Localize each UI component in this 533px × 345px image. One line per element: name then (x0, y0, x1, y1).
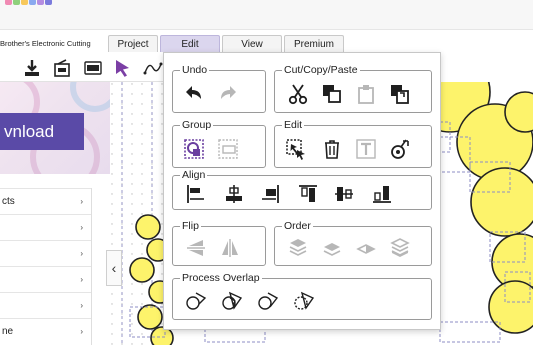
chevron-right-icon: › (80, 301, 83, 310)
cut-copy-paste-title: Cut/Copy/Paste (282, 63, 360, 77)
redo-icon[interactable] (217, 83, 239, 105)
download-icon[interactable] (22, 58, 42, 78)
delete-icon[interactable] (321, 138, 343, 160)
group-group-title: Group (180, 118, 214, 132)
sidebar-item[interactable]: › (0, 214, 91, 240)
paste-icon[interactable] (355, 83, 377, 105)
edit-group-title: Edit (282, 118, 305, 132)
decorative-swirl (70, 82, 110, 112)
bring-to-front-icon[interactable] (287, 237, 309, 259)
align-left-icon[interactable] (185, 183, 207, 205)
collapse-sidebar-button[interactable]: ‹ (106, 250, 122, 286)
download-button[interactable]: vnload (0, 113, 84, 150)
align-group: Align (172, 168, 432, 210)
svg-icon[interactable] (83, 58, 103, 78)
color-dot-icon (21, 0, 28, 5)
cut-copy-paste-group: Cut/Copy/Paste (274, 63, 432, 113)
flip-horizontal-icon[interactable] (219, 237, 241, 259)
align-group-title: Align (180, 168, 208, 182)
cut-icon[interactable] (287, 83, 309, 105)
flip-vertical-icon[interactable] (185, 237, 207, 259)
toolbar-dots (5, 0, 52, 5)
intersect-overlap-icon[interactable] (221, 290, 243, 312)
exclude-overlap-icon[interactable] (257, 290, 279, 312)
window-top-strip (0, 0, 533, 30)
undo-group-title: Undo (180, 63, 210, 77)
align-middle-icon[interactable] (333, 183, 355, 205)
text-icon[interactable] (355, 138, 377, 160)
sidebar-item[interactable]: › (0, 266, 91, 292)
order-group-title: Order (282, 219, 313, 233)
color-dot-icon (29, 0, 36, 5)
chevron-right-icon: › (80, 249, 83, 258)
import-icon[interactable] (52, 58, 72, 78)
app-title: Brother's Electronic Cutting (0, 39, 91, 48)
tab-edit[interactable]: Edit (160, 35, 220, 52)
sidebar-item[interactable]: ne › (0, 318, 91, 344)
main-toolbar (0, 52, 170, 82)
weld-icon[interactable] (389, 138, 411, 160)
sidebar-item[interactable]: › (0, 240, 91, 266)
left-sidebar: cts › › › › › ne › (0, 188, 92, 345)
sidebar-item-label: cts (2, 196, 15, 207)
chevron-right-icon: › (80, 223, 83, 232)
flip-group: Flip (172, 219, 266, 266)
align-center-icon[interactable] (223, 183, 245, 205)
align-top-icon[interactable] (297, 183, 319, 205)
color-dot-icon (45, 0, 52, 5)
group-icon[interactable] (183, 138, 205, 160)
sidebar-item-label: ne (2, 326, 14, 337)
paste-in-place-icon[interactable] (389, 83, 411, 105)
weld-overlap-icon[interactable] (185, 290, 207, 312)
tab-premium[interactable]: Premium (284, 35, 344, 52)
tab-project[interactable]: Project (108, 35, 158, 52)
send-backward-icon[interactable] (321, 237, 343, 259)
align-bottom-icon[interactable] (371, 183, 393, 205)
trim-overlap-icon[interactable] (293, 290, 315, 312)
sidebar-item[interactable]: cts › (0, 188, 91, 214)
process-overlap-title: Process Overlap (180, 271, 262, 285)
node-edit-icon[interactable] (143, 58, 163, 78)
color-dot-icon (5, 0, 12, 5)
undo-group: Undo (172, 63, 266, 113)
undo-icon[interactable] (183, 83, 205, 105)
copy-icon[interactable] (321, 83, 343, 105)
chevron-right-icon: › (80, 197, 83, 206)
menu-tabs: Project Edit View Premium (108, 35, 344, 52)
color-dot-icon (37, 0, 44, 5)
color-dot-icon (13, 0, 20, 5)
edit-group: Edit (274, 118, 432, 168)
tab-view[interactable]: View (222, 35, 282, 52)
send-to-back-icon[interactable] (389, 237, 411, 259)
ungroup-icon[interactable] (217, 138, 239, 160)
chevron-right-icon: › (80, 327, 83, 336)
process-overlap-group: Process Overlap (172, 271, 432, 320)
flip-group-title: Flip (180, 219, 201, 233)
align-right-icon[interactable] (259, 183, 281, 205)
order-group: Order (274, 219, 432, 266)
edit-menu-panel: Undo Cut/Copy/Paste Group Edit Align Fli… (163, 52, 441, 330)
sidebar-item[interactable]: › (0, 292, 91, 318)
chevron-right-icon: › (80, 275, 83, 284)
select-all-icon[interactable] (285, 138, 307, 160)
group-group: Group (172, 118, 266, 168)
bring-forward-icon[interactable] (355, 237, 377, 259)
select-arrow-icon[interactable] (113, 58, 133, 78)
